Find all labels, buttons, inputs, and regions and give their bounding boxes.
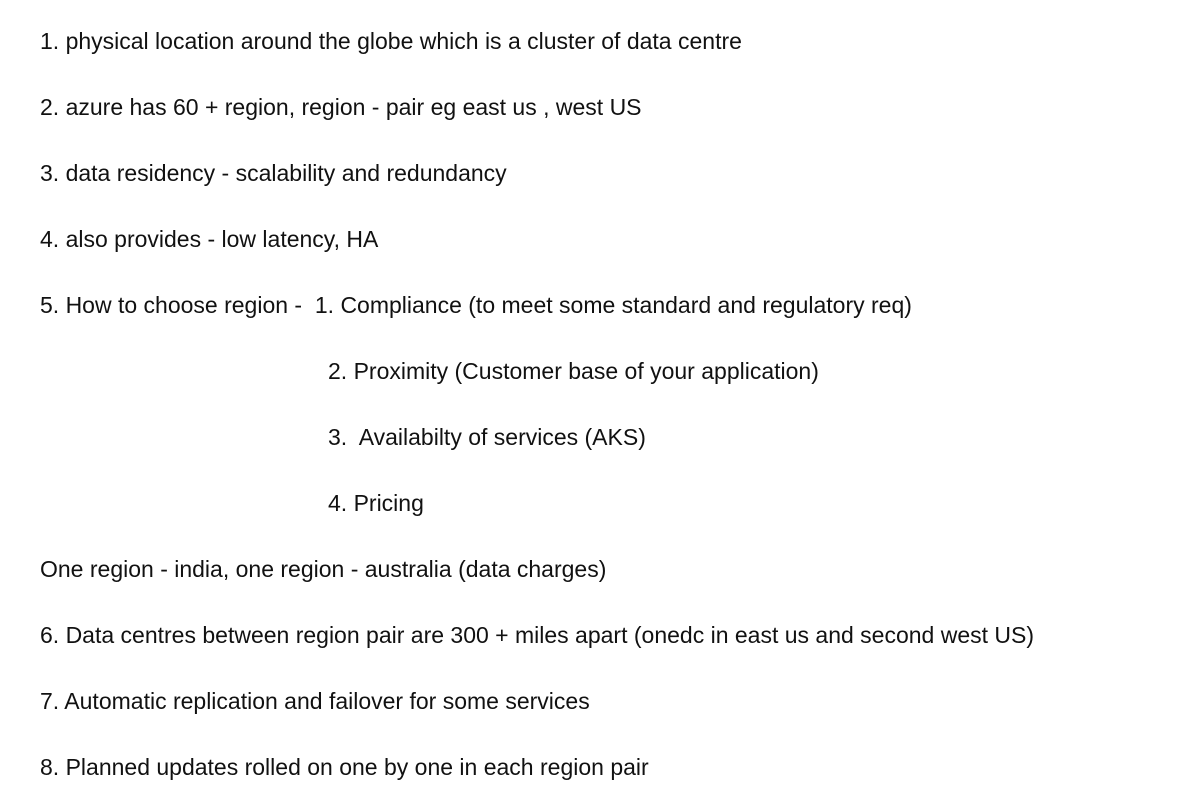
list-item-2: 2. azure has 60 + region, region - pair … xyxy=(40,94,642,120)
list-item-5: 5. How to choose region - 1. Compliance … xyxy=(40,292,912,318)
list-item-3: 3. data residency - scalability and redu… xyxy=(40,160,507,186)
sub-item-availability: 3. Availabilty of services (AKS) xyxy=(328,424,646,450)
sub-item-proximity: 2. Proximity (Customer base of your appl… xyxy=(328,358,819,384)
list-item-6: 6. Data centres between region pair are … xyxy=(40,622,1035,648)
list-item-8: 8. Planned updates rolled on one by one … xyxy=(40,754,649,780)
list-item-1: 1. physical location around the globe wh… xyxy=(40,28,742,54)
list-item-4: 4. also provides - low latency, HA xyxy=(40,226,379,252)
sub-item-pricing: 4. Pricing xyxy=(328,490,424,516)
note-line: One region - india, one region - austral… xyxy=(40,556,607,582)
list-item-7: 7. Automatic replication and failover fo… xyxy=(40,688,590,714)
document-page: 1. physical location around the globe wh… xyxy=(0,0,1182,796)
